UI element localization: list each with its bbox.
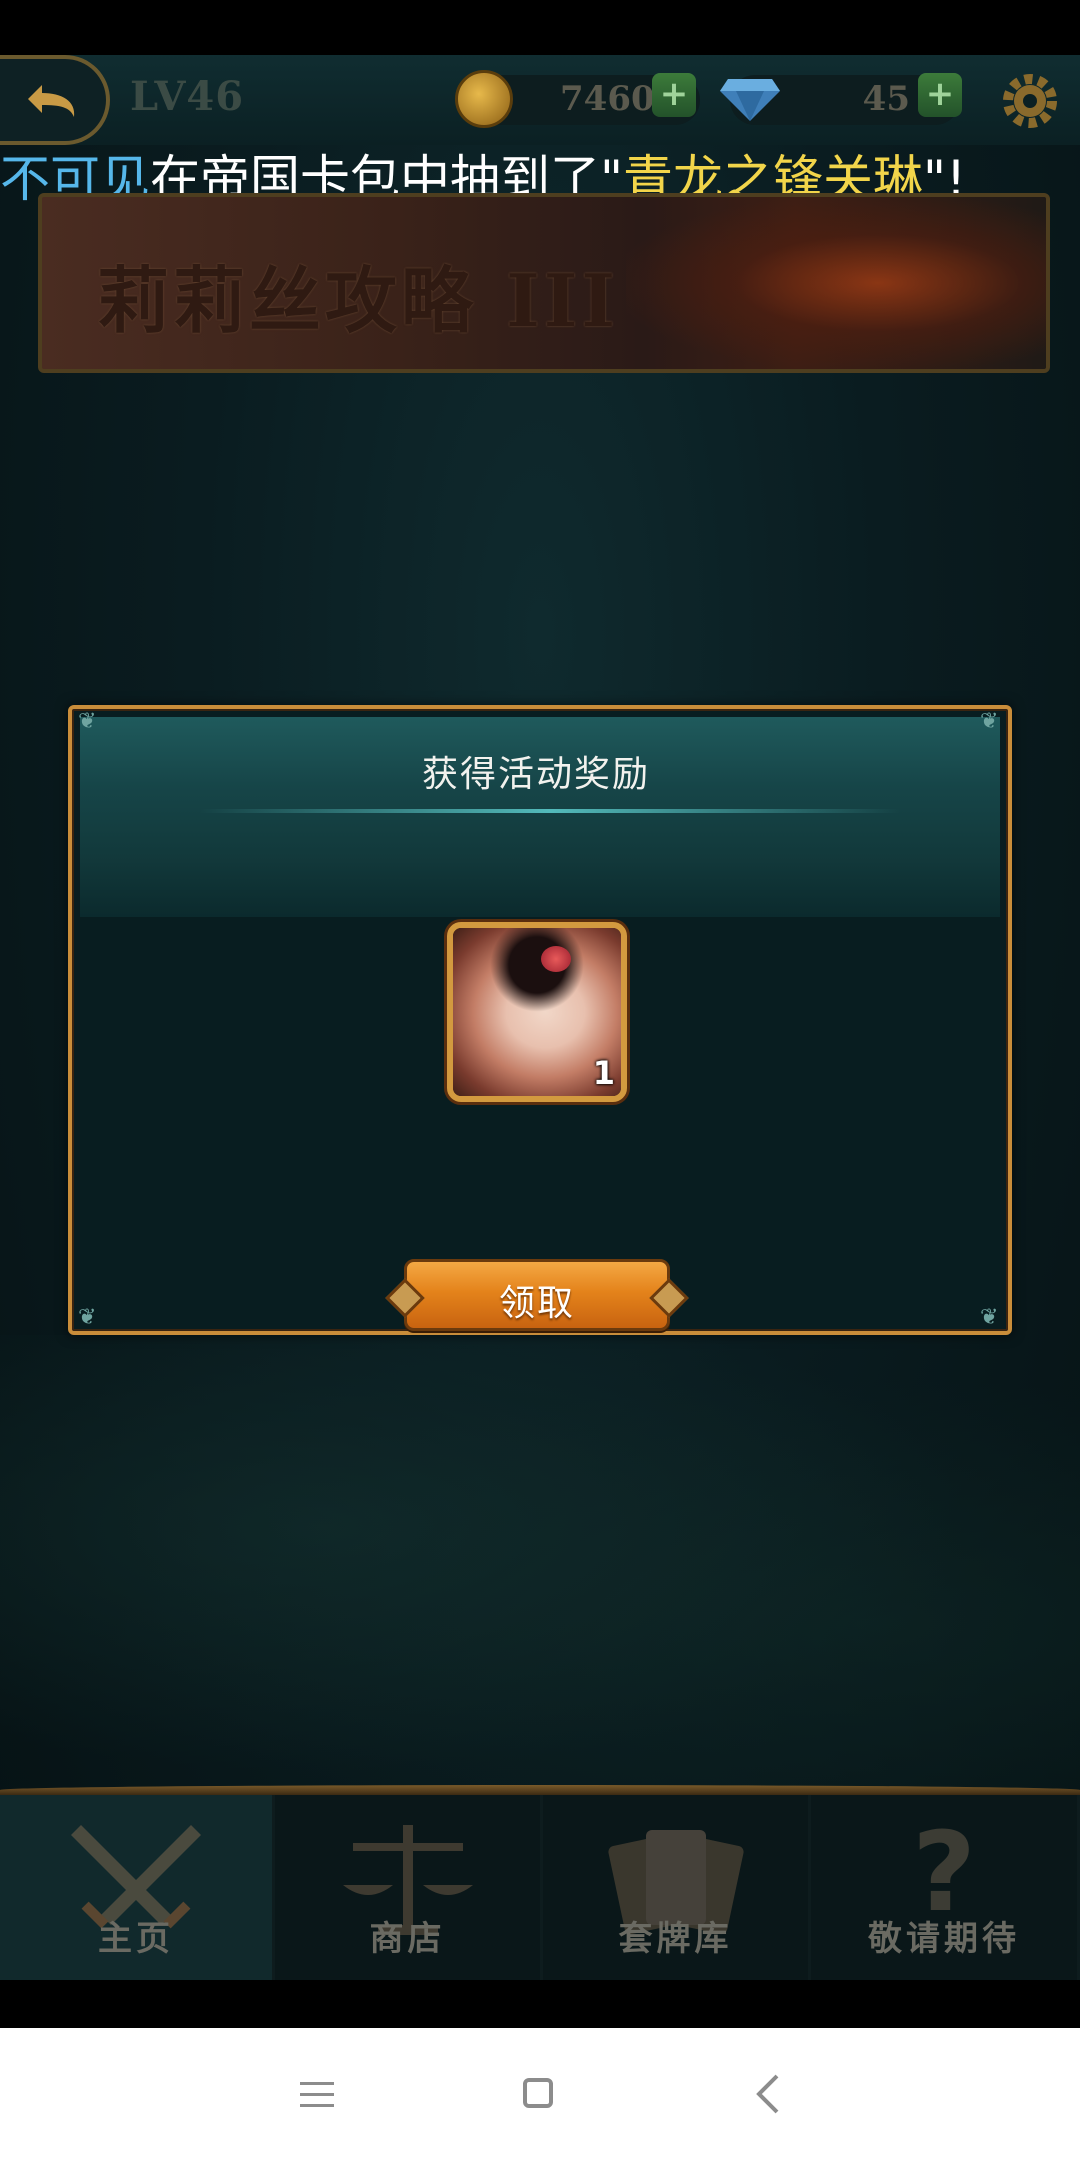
gear-icon[interactable]	[998, 69, 1062, 133]
header-divider	[200, 809, 900, 813]
game-screen: LV46 7460 + 45 + 不可见在帝国卡包中抽到了"青龙之锋关琳"! 莉…	[0, 55, 1080, 1980]
tab-deck-label: 套牌库	[618, 1919, 733, 1959]
corner-leaf-icon: ❦	[78, 1305, 97, 1330]
background-scenery	[0, 1335, 1080, 1815]
gold-coin-icon	[455, 70, 513, 128]
gem-amount: 45	[862, 79, 910, 119]
back-button[interactable]	[0, 55, 110, 145]
tab-shop-label: 商店	[369, 1919, 446, 1959]
add-gems-button[interactable]: +	[918, 73, 962, 117]
home-square-icon[interactable]	[523, 2078, 553, 2108]
tab-bar-frame	[0, 1785, 1080, 1795]
event-banner[interactable]: 莉莉丝攻略 III	[38, 193, 1050, 373]
tab-deck[interactable]: 套牌库	[543, 1795, 811, 1980]
add-gold-button[interactable]: +	[652, 73, 696, 117]
tab-shop[interactable]: 商店	[275, 1795, 543, 1980]
gold-amount: 7460	[560, 79, 655, 119]
corner-leaf-icon: ❦	[980, 709, 999, 734]
tab-home[interactable]: 主页	[0, 1795, 275, 1980]
tab-home-label: 主页	[98, 1919, 174, 1959]
corner-leaf-icon: ❦	[980, 1305, 999, 1330]
tab-coming-soon[interactable]: ? 敬请期待	[811, 1795, 1080, 1980]
claim-button-label: 领取	[498, 1283, 575, 1324]
player-level: LV46	[130, 73, 245, 120]
reward-quantity: 1	[592, 1054, 615, 1092]
system-navigation-bar	[0, 2028, 1080, 2160]
menu-icon[interactable]	[300, 2080, 334, 2110]
banner-artwork	[626, 197, 1046, 369]
diamond-icon	[720, 79, 780, 121]
undo-arrow-icon	[28, 85, 75, 117]
reward-item-card[interactable]: 1	[447, 922, 627, 1102]
reward-dialog: 获得活动奖励 ❦ ❦ ❦ ❦ 1 领取	[68, 705, 1012, 1335]
back-chevron-icon[interactable]	[755, 2074, 781, 2114]
corner-leaf-icon: ❦	[78, 709, 97, 734]
bottom-tab-bar: 主页 商店 套牌库 ? 敬请期待	[0, 1795, 1080, 1980]
dialog-title: 获得活动奖励	[421, 754, 650, 795]
flower-ornament	[541, 946, 571, 972]
top-bar: LV46 7460 + 45 +	[0, 55, 1080, 145]
tab-coming-soon-label: 敬请期待	[868, 1919, 1020, 1959]
claim-button[interactable]: 领取	[404, 1259, 670, 1331]
banner-title: 莉莉丝攻略 III	[97, 258, 620, 343]
